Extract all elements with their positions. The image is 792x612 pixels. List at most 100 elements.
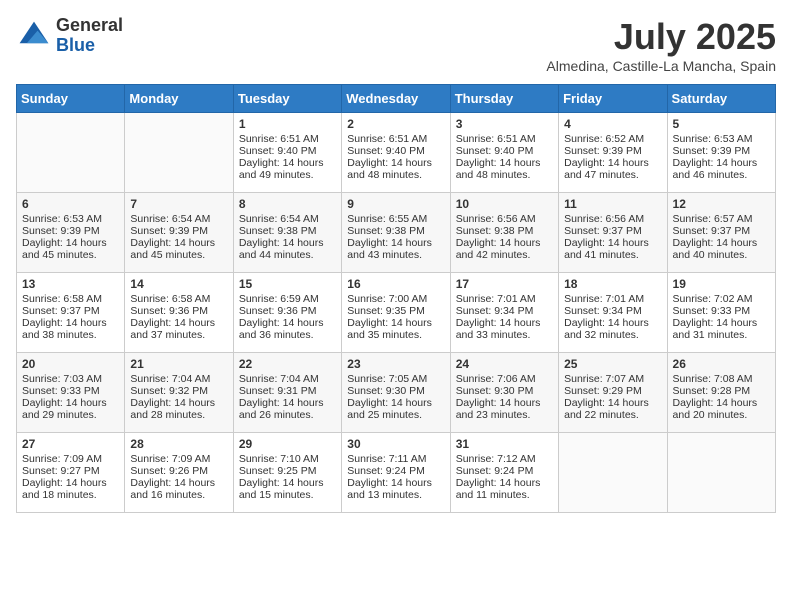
logo-blue-text: Blue (56, 36, 123, 56)
daylight-text: Daylight: 14 hours and 29 minutes. (22, 397, 119, 421)
sunrise-text: Sunrise: 7:01 AM (456, 293, 553, 305)
sunrise-text: Sunrise: 7:04 AM (130, 373, 227, 385)
day-number: 7 (130, 197, 227, 211)
weekday-header-saturday: Saturday (667, 85, 775, 113)
daylight-text: Daylight: 14 hours and 49 minutes. (239, 157, 336, 181)
sunrise-text: Sunrise: 6:58 AM (22, 293, 119, 305)
week-row-4: 20Sunrise: 7:03 AMSunset: 9:33 PMDayligh… (17, 353, 776, 433)
sunrise-text: Sunrise: 7:03 AM (22, 373, 119, 385)
daylight-text: Daylight: 14 hours and 40 minutes. (673, 237, 770, 261)
day-number: 28 (130, 437, 227, 451)
week-row-1: 1 Sunrise: 6:51 AM Sunset: 9:40 PM Daylight… (17, 113, 776, 193)
week-row-2: 6Sunrise: 6:53 AMSunset: 9:39 PMDaylight… (17, 193, 776, 273)
sunrise-text: Sunrise: 6:55 AM (347, 213, 444, 225)
sunset-text: Sunset: 9:38 PM (456, 225, 553, 237)
calendar-cell: 13Sunrise: 6:58 AMSunset: 9:37 PMDayligh… (17, 273, 125, 353)
calendar-cell: 6Sunrise: 6:53 AMSunset: 9:39 PMDaylight… (17, 193, 125, 273)
sunrise-text: Sunrise: 7:02 AM (673, 293, 770, 305)
day-number: 26 (673, 357, 770, 371)
calendar-cell: 19Sunrise: 7:02 AMSunset: 9:33 PMDayligh… (667, 273, 775, 353)
daylight-text: Daylight: 14 hours and 31 minutes. (673, 317, 770, 341)
daylight-text: Daylight: 14 hours and 32 minutes. (564, 317, 661, 341)
sunrise-text: Sunrise: 6:51 AM (347, 133, 444, 145)
day-number: 8 (239, 197, 336, 211)
title-area: July 2025 Almedina, Castille-La Mancha, … (546, 16, 776, 74)
day-number: 31 (456, 437, 553, 451)
sunrise-text: Sunrise: 7:05 AM (347, 373, 444, 385)
calendar-cell: 5Sunrise: 6:53 AMSunset: 9:39 PMDaylight… (667, 113, 775, 193)
calendar-cell (17, 113, 125, 193)
day-number: 29 (239, 437, 336, 451)
sunset-text: Sunset: 9:33 PM (673, 305, 770, 317)
sunset-text: Sunset: 9:35 PM (347, 305, 444, 317)
sunrise-text: Sunrise: 6:51 AM (239, 133, 336, 145)
sunset-text: Sunset: 9:24 PM (347, 465, 444, 477)
daylight-text: Daylight: 14 hours and 48 minutes. (347, 157, 444, 181)
calendar-cell: 29Sunrise: 7:10 AMSunset: 9:25 PMDayligh… (233, 433, 341, 513)
sunset-text: Sunset: 9:37 PM (673, 225, 770, 237)
daylight-text: Daylight: 14 hours and 37 minutes. (130, 317, 227, 341)
sunset-text: Sunset: 9:39 PM (673, 145, 770, 157)
daylight-text: Daylight: 14 hours and 47 minutes. (564, 157, 661, 181)
day-number: 6 (22, 197, 119, 211)
calendar-cell: 1Sunrise: 6:51 AMSunset: 9:40 PMDaylight… (233, 113, 341, 193)
sunrise-text: Sunrise: 7:08 AM (673, 373, 770, 385)
sunrise-text: Sunrise: 7:06 AM (456, 373, 553, 385)
sunrise-text: Sunrise: 7:01 AM (564, 293, 661, 305)
daylight-text: Daylight: 14 hours and 18 minutes. (22, 477, 119, 501)
daylight-text: Daylight: 14 hours and 41 minutes. (564, 237, 661, 261)
sunset-text: Sunset: 9:38 PM (347, 225, 444, 237)
sunset-text: Sunset: 9:40 PM (456, 145, 553, 157)
calendar-cell: 27Sunrise: 7:09 AMSunset: 9:27 PMDayligh… (17, 433, 125, 513)
daylight-text: Daylight: 14 hours and 13 minutes. (347, 477, 444, 501)
sunset-text: Sunset: 9:37 PM (564, 225, 661, 237)
sunset-text: Sunset: 9:30 PM (347, 385, 444, 397)
weekday-header-friday: Friday (559, 85, 667, 113)
daylight-text: Daylight: 14 hours and 46 minutes. (673, 157, 770, 181)
calendar-cell (667, 433, 775, 513)
sunrise-text: Sunrise: 6:54 AM (130, 213, 227, 225)
sunrise-text: Sunrise: 7:07 AM (564, 373, 661, 385)
calendar-cell: 15Sunrise: 6:59 AMSunset: 9:36 PMDayligh… (233, 273, 341, 353)
calendar-cell: 12 Sunrise: 6:57 AMSunset: 9:37 PMDayligh… (667, 193, 775, 273)
calendar-cell: 22Sunrise: 7:04 AMSunset: 9:31 PMDayligh… (233, 353, 341, 433)
day-number: 21 (130, 357, 227, 371)
sunset-text: Sunset: 9:39 PM (130, 225, 227, 237)
week-row-3: 13Sunrise: 6:58 AMSunset: 9:37 PMDayligh… (17, 273, 776, 353)
daylight-text: Daylight: 14 hours and 23 minutes. (456, 397, 553, 421)
weekday-header-monday: Monday (125, 85, 233, 113)
logo-icon (16, 18, 52, 54)
calendar-cell: 10Sunrise: 6:56 AMSunset: 9:38 PMDayligh… (450, 193, 558, 273)
sunrise-text: Sunrise: 7:11 AM (347, 453, 444, 465)
sunset-text: Sunset: 9:37 PM (22, 305, 119, 317)
sunset-text: Sunset: 9:26 PM (130, 465, 227, 477)
calendar-cell: 17Sunrise: 7:01 AMSunset: 9:34 PMDayligh… (450, 273, 558, 353)
day-number: 9 (347, 197, 444, 211)
sunrise-text: Sunrise: 7:12 AM (456, 453, 553, 465)
day-number: 12 (673, 197, 770, 211)
day-number: 27 (22, 437, 119, 451)
sunset-text: Sunset: 9:33 PM (22, 385, 119, 397)
day-number: 20 (22, 357, 119, 371)
sunrise-text: Sunrise: 6:56 AM (564, 213, 661, 225)
day-number: 1 (239, 117, 336, 131)
sunset-text: Sunset: 9:36 PM (130, 305, 227, 317)
sunrise-text: Sunrise: 6:58 AM (130, 293, 227, 305)
day-number: 25 (564, 357, 661, 371)
sunrise-text: Sunrise: 7:00 AM (347, 293, 444, 305)
calendar-cell: 2Sunrise: 6:51 AMSunset: 9:40 PMDaylight… (342, 113, 450, 193)
day-number: 18 (564, 277, 661, 291)
calendar-cell: 18Sunrise: 7:01 AMSunset: 9:34 PMDayligh… (559, 273, 667, 353)
calendar-cell (125, 113, 233, 193)
calendar-cell: 21Sunrise: 7:04 AMSunset: 9:32 PMDayligh… (125, 353, 233, 433)
daylight-text: Daylight: 14 hours and 25 minutes. (347, 397, 444, 421)
sunrise-text: Sunrise: 6:59 AM (239, 293, 336, 305)
sunset-text: Sunset: 9:30 PM (456, 385, 553, 397)
daylight-text: Daylight: 14 hours and 20 minutes. (673, 397, 770, 421)
sunrise-text: Sunrise: 6:54 AM (239, 213, 336, 225)
daylight-text: Daylight: 14 hours and 45 minutes. (22, 237, 119, 261)
sunrise-text: Sunrise: 6:57 AM (673, 213, 770, 225)
sunset-text: Sunset: 9:28 PM (673, 385, 770, 397)
sunset-text: Sunset: 9:25 PM (239, 465, 336, 477)
weekday-header-row: SundayMondayTuesdayWednesdayThursdayFrid… (17, 85, 776, 113)
